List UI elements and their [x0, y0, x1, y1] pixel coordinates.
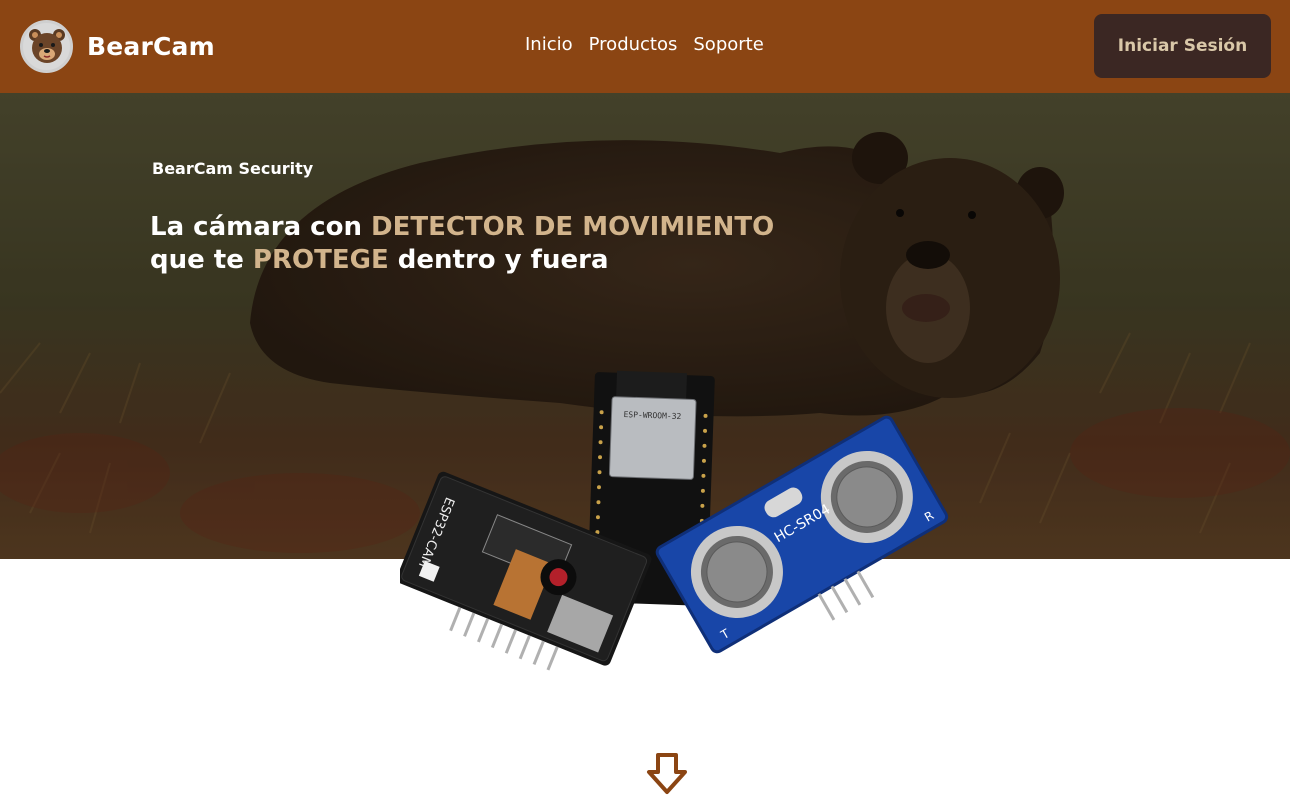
- arrow-down-icon[interactable]: [646, 752, 688, 796]
- headline-part3: dentro y fuera: [388, 245, 609, 275]
- headline-highlight-protege: PROTEGE: [252, 245, 389, 275]
- bear-face-icon: [20, 19, 73, 73]
- product-image: ESP-WROOM-32 ESP32-CAM HC-SR04 T R: [396, 360, 960, 720]
- nav-link-inicio[interactable]: Inicio: [524, 32, 574, 57]
- hero-headline: La cámara con DETECTOR DE MOVIMIENTO que…: [150, 211, 810, 277]
- headline-highlight-motion: DETECTOR DE MOVIMIENTO: [371, 212, 775, 242]
- hero-eyebrow: BearCam Security: [152, 159, 314, 178]
- brand[interactable]: BearCam: [20, 19, 215, 73]
- headline-part1: La cámara con: [150, 212, 372, 242]
- main-nav: Inicio Productos Soporte: [524, 32, 765, 57]
- top-navbar: BearCam Inicio Productos Soporte Iniciar…: [0, 0, 1290, 93]
- login-button[interactable]: Iniciar Sesión: [1094, 14, 1271, 78]
- nav-link-productos[interactable]: Productos: [588, 32, 679, 57]
- headline-part2: que te: [150, 245, 253, 275]
- nav-link-soporte[interactable]: Soporte: [692, 32, 764, 57]
- brand-name: BearCam: [87, 31, 215, 61]
